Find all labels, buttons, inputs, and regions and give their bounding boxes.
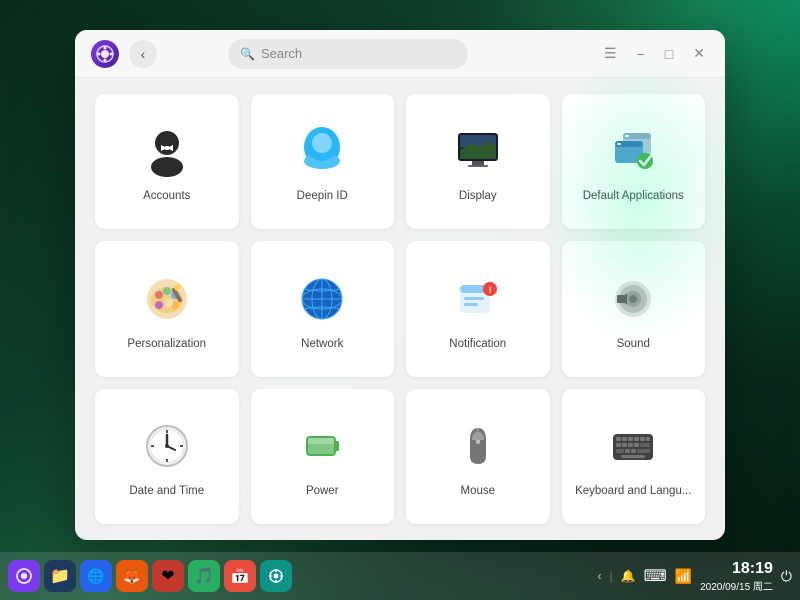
close-button[interactable]: ✕ (689, 41, 709, 66)
search-bar[interactable]: 🔍 Search (228, 39, 468, 69)
network-label: Network (301, 337, 343, 352)
svg-text:!: ! (488, 285, 491, 295)
taskbar-power-icon[interactable]: ⏻ (781, 568, 792, 585)
datetime-label: Date and Time (129, 484, 204, 499)
app-logo (91, 40, 119, 68)
settings-item-keyboard[interactable]: Keyboard and Langu... (562, 389, 706, 524)
settings-item-personalization[interactable]: Personalization (95, 241, 239, 376)
mouse-icon (450, 418, 506, 474)
keyboard-label: Keyboard and Langu... (575, 484, 691, 499)
settings-item-display[interactable]: Display (406, 94, 550, 229)
default-apps-icon (605, 123, 661, 179)
minimize-button[interactable]: − (633, 42, 649, 66)
power-label: Power (306, 484, 339, 499)
taskbar-notification[interactable]: 🔔 (621, 569, 636, 583)
network-icon (294, 271, 350, 327)
settings-item-sound[interactable]: Sound (562, 241, 706, 376)
settings-grid: Accounts Deepin ID (75, 78, 725, 540)
titlebar: ‹ 🔍 Search ☰ − □ ✕ (75, 30, 725, 78)
window-controls: ☰ − □ ✕ (600, 41, 709, 66)
taskbar-icon-launcher[interactable] (8, 560, 40, 592)
search-icon: 🔍 (240, 47, 255, 61)
time-clock: 18:19 (700, 560, 773, 578)
notification-icon: ! (450, 271, 506, 327)
taskbar-right: ‹ | 🔔 ⌨ 📶 18:19 2020/09/15 周二 ⏻ (597, 560, 792, 593)
taskbar-icon-firefox[interactable]: 🦊 (116, 560, 148, 592)
taskbar-nav-back[interactable]: ‹ (597, 569, 601, 583)
taskbar-icon-app1[interactable]: ❤ (152, 560, 184, 592)
taskbar-sep: | (609, 569, 612, 583)
notification-label: Notification (449, 337, 506, 352)
settings-item-network[interactable]: Network (251, 241, 395, 376)
search-placeholder: Search (261, 46, 302, 61)
sound-label: Sound (617, 337, 650, 352)
settings-item-accounts[interactable]: Accounts (95, 94, 239, 229)
taskbar-icon-music[interactable]: 🎵 (188, 560, 220, 592)
deepin-id-icon (294, 123, 350, 179)
maximize-button[interactable]: □ (661, 42, 677, 66)
settings-item-mouse[interactable]: Mouse (406, 389, 550, 524)
settings-item-power[interactable]: Power (251, 389, 395, 524)
taskbar-icon-files[interactable]: 📁 (44, 560, 76, 592)
settings-item-deepin-id[interactable]: Deepin ID (251, 94, 395, 229)
default-apps-label: Default Applications (583, 189, 684, 204)
display-label: Display (459, 189, 497, 204)
datetime-icon (139, 418, 195, 474)
sound-icon (605, 271, 661, 327)
power-icon (294, 418, 350, 474)
time-display: 18:19 2020/09/15 周二 (700, 560, 773, 593)
deepin-id-label: Deepin ID (297, 189, 348, 204)
taskbar-icon-settings[interactable] (260, 560, 292, 592)
taskbar-network-icon: 📶 (675, 568, 692, 585)
taskbar-keyboard-icon: ⌨ (644, 566, 667, 586)
personalization-icon (139, 271, 195, 327)
accounts-label: Accounts (143, 189, 190, 204)
accounts-icon (139, 123, 195, 179)
personalization-label: Personalization (127, 337, 206, 352)
settings-window: ‹ 🔍 Search ☰ − □ ✕ (75, 30, 725, 540)
time-date: 2020/09/15 周二 (700, 578, 773, 593)
taskbar-icon-calendar[interactable]: 📅 (224, 560, 256, 592)
menu-button[interactable]: ☰ (600, 41, 621, 66)
mouse-label: Mouse (460, 484, 495, 499)
taskbar-left: 📁 🌐 🦊 ❤ 🎵 📅 (8, 560, 292, 592)
taskbar: 📁 🌐 🦊 ❤ 🎵 📅 ‹ | 🔔 ⌨ 📶 18:19 2020/09/15 周… (0, 552, 800, 600)
settings-item-default-apps[interactable]: Default Applications (562, 94, 706, 229)
display-icon (450, 123, 506, 179)
keyboard-icon (605, 418, 661, 474)
back-button[interactable]: ‹ (129, 40, 157, 68)
settings-item-notification[interactable]: ! Notification (406, 241, 550, 376)
taskbar-icon-browser[interactable]: 🌐 (80, 560, 112, 592)
settings-item-datetime[interactable]: Date and Time (95, 389, 239, 524)
